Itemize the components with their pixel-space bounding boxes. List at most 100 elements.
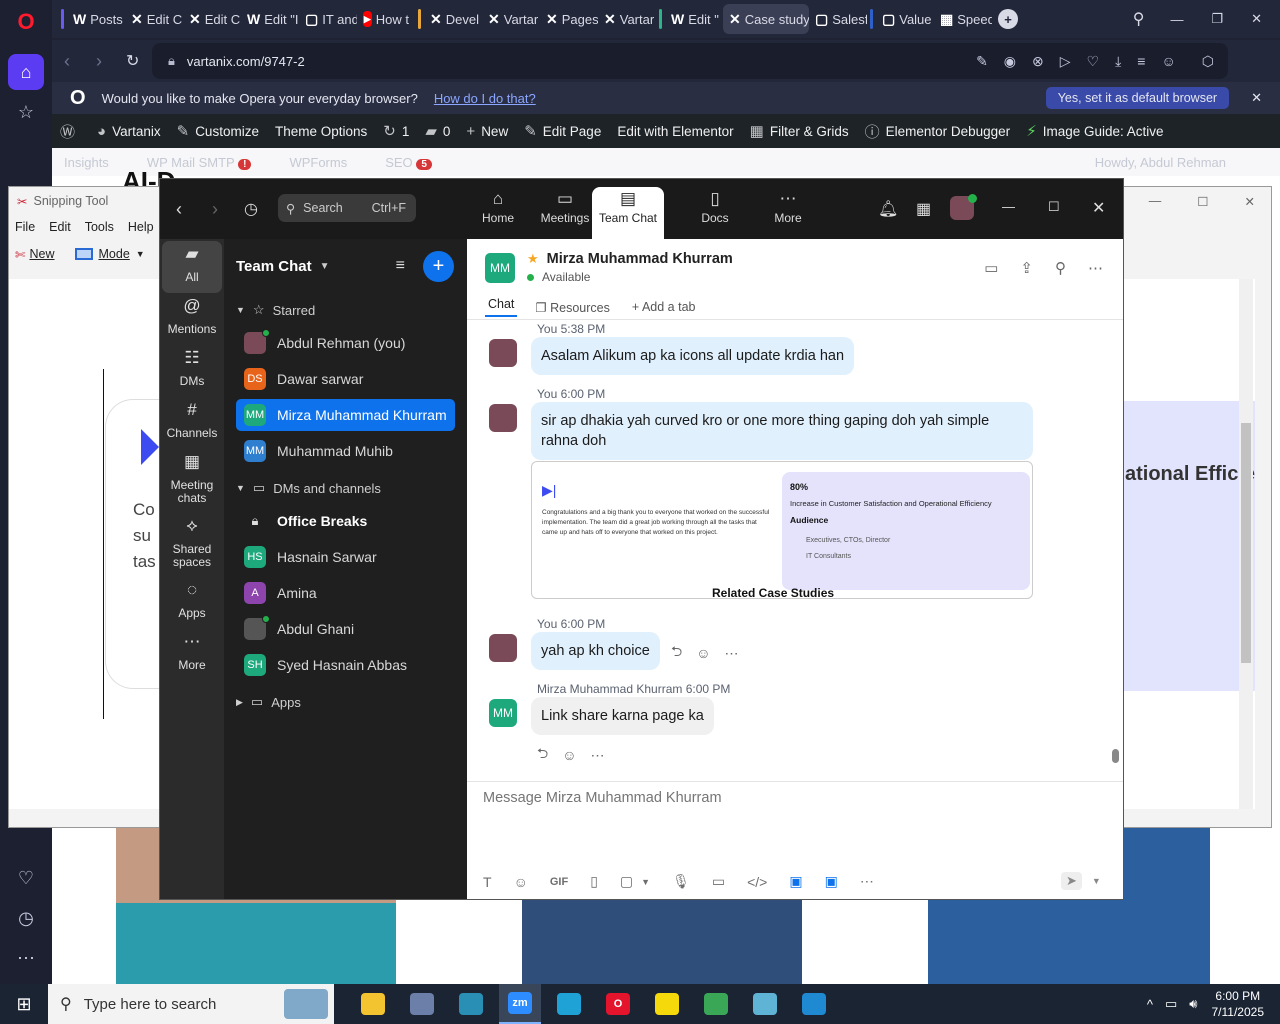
opera-logo-icon[interactable]: O	[8, 4, 44, 40]
starred-section[interactable]: ▼ ☆ Starred	[236, 293, 467, 327]
browser-tab[interactable]: W Edit "	[665, 4, 723, 34]
chrome-icon[interactable]	[695, 984, 737, 1024]
browser-tab[interactable]: ✕ Pages	[540, 4, 598, 34]
rail-more[interactable]: ⋯ More	[162, 629, 222, 681]
video-call-icon[interactable]: ▭	[984, 259, 998, 277]
reload-icon[interactable]: ↻	[126, 51, 139, 71]
wp-admin-item[interactable]: ⚡︎ Image Guide: Active	[1026, 122, 1163, 140]
user-avatar[interactable]	[489, 339, 517, 367]
chevron-down-icon[interactable]: ▼	[320, 261, 330, 272]
chat-list-item[interactable]: 🔒︎ Office Breaks	[236, 505, 455, 537]
gif-icon[interactable]: GIF	[550, 876, 568, 888]
minimize-icon[interactable]: —	[1149, 194, 1162, 208]
contact-avatar[interactable]: MM	[489, 699, 517, 727]
wp-admin-item[interactable]: ◕ Vartanix	[97, 123, 161, 140]
windows-start-icon[interactable]: ⊞	[0, 994, 48, 1015]
browser-tab[interactable]: ✕ Edit C	[125, 4, 183, 34]
image-attachment[interactable]: ▶| Congratulations and a big thank you t…	[531, 461, 1033, 599]
snipping-tool-icon[interactable]	[401, 984, 443, 1024]
share-screen-icon[interactable]: ⇪	[1020, 259, 1033, 277]
tab-chat[interactable]: Chat	[485, 297, 518, 317]
nav-docs[interactable]: ▯ Docs	[679, 189, 751, 225]
reply-icon[interactable]: ⮌	[537, 743, 548, 767]
minimize-icon[interactable]: —	[1002, 199, 1015, 214]
contact-avatar[interactable]: MM	[485, 252, 515, 283]
chevron-down-icon[interactable]: ▼	[641, 877, 650, 887]
scrollbar-thumb[interactable]	[1241, 423, 1251, 663]
message-bubble[interactable]: yah ap kh choice	[531, 632, 660, 670]
edge-icon[interactable]	[548, 984, 590, 1024]
app-blue-icon-2[interactable]: ▣	[825, 873, 838, 890]
chat-list-item[interactable]: MM Muhammad Muhib	[236, 435, 455, 467]
wp-admin-item[interactable]: ▦ Filter & Grids	[750, 122, 849, 140]
emoji-icon[interactable]: ☺	[696, 645, 710, 661]
user-avatar[interactable]	[489, 634, 517, 662]
chevron-up-icon[interactable]: ^	[1147, 997, 1153, 1012]
close-icon[interactable]: ✕	[1251, 11, 1262, 27]
maximize-icon[interactable]: ☐	[1048, 199, 1060, 215]
rail-shared-spaces[interactable]: ⟡ Shared spaces	[162, 513, 222, 577]
browser-tab[interactable]: ✕ Devel	[424, 4, 482, 34]
screenshot-icon[interactable]: ▢	[620, 873, 633, 890]
profile-icon[interactable]: ☺	[1161, 53, 1175, 69]
sticky-notes-icon[interactable]	[646, 984, 688, 1024]
tab-add[interactable]: + Add a tab	[632, 300, 696, 314]
menu-item[interactable]: Tools	[85, 220, 114, 234]
menu-item[interactable]: File	[15, 220, 35, 234]
browser-tab[interactable]: W Edit "I	[241, 4, 299, 34]
notifications-icon[interactable]: 🔔︎	[878, 199, 898, 219]
rail-channels[interactable]: # Channels	[162, 397, 222, 449]
apps-section[interactable]: ▶ ▭ Apps	[236, 685, 467, 719]
forward-icon[interactable]: ›	[96, 51, 102, 72]
notepad-icon[interactable]	[744, 984, 786, 1024]
search-icon[interactable]: ⚲	[1133, 9, 1145, 29]
calendar-icon[interactable]: ▦	[916, 199, 931, 219]
mode-button[interactable]: Mode ▼	[74, 247, 145, 261]
history-icon[interactable]: ◷	[8, 900, 44, 936]
infobar-link[interactable]: How do I do that?	[434, 91, 536, 106]
chat-list-item[interactable]: HS Hasnain Sarwar	[236, 541, 455, 573]
seo-link[interactable]: SEO 5	[385, 155, 432, 170]
format-text-icon[interactable]: T	[483, 874, 492, 890]
nav-more[interactable]: ⋯ More	[752, 189, 824, 225]
chat-list-item[interactable]: A Amina	[236, 577, 455, 609]
dms-section[interactable]: ▼ ▭ DMs and channels	[236, 471, 467, 505]
wp-admin-item[interactable]: Theme Options	[275, 124, 367, 139]
home-icon[interactable]: ⌂	[8, 54, 44, 90]
rail-apps[interactable]: ◌ Apps	[162, 577, 222, 629]
set-default-button[interactable]: Yes, set it as default browser	[1045, 87, 1230, 109]
vscode-icon[interactable]	[793, 984, 835, 1024]
file-icon[interactable]: ▯	[590, 873, 598, 890]
back-icon[interactable]: ‹	[64, 51, 70, 72]
camera-icon[interactable]: ◉	[1004, 53, 1016, 70]
message-bubble[interactable]: sir ap dhakia yah curved kro or one more…	[531, 402, 1033, 460]
insights-link[interactable]: Insights	[64, 155, 109, 170]
browser-tab[interactable]: ✕ Edit C	[183, 4, 241, 34]
send-icon[interactable]: ▷	[1060, 53, 1071, 70]
video-message-icon[interactable]: ▭	[712, 873, 725, 890]
volume-icon[interactable]: 🔊︎	[1189, 996, 1197, 1012]
url-field[interactable]: 🔒︎ vartanix.com/9747-2 ✎ ◉ ⊗ ▷ ♡ ⤓ ≡ ☺ ⬡	[152, 43, 1228, 79]
browser-tab[interactable]: W Posts	[67, 4, 125, 34]
more-icon[interactable]: ⋯	[591, 747, 605, 764]
browser-tab[interactable]: ✕ Vartar	[598, 4, 656, 34]
rail-mentions[interactable]: @ Mentions	[162, 293, 222, 345]
rail-all[interactable]: ▰ All	[162, 241, 222, 293]
code-icon[interactable]: </>	[747, 874, 767, 890]
chat-list-item[interactable]: DS Dawar sarwar	[236, 363, 455, 395]
nav-team-chat[interactable]: ▤ Team Chat	[592, 187, 664, 239]
taskbar-search[interactable]: ⚲ Type here to search	[48, 984, 334, 1024]
minimize-icon[interactable]: —	[1170, 12, 1183, 27]
back-icon[interactable]: ‹	[176, 199, 182, 220]
browser-tab[interactable]: ✕ Case study	[723, 4, 809, 34]
browser-tab[interactable]: ▦ Speed	[934, 4, 992, 34]
nav-home[interactable]: ⌂ Home	[462, 189, 534, 225]
chat-list-item[interactable]: Abdul Rehman (you)	[236, 327, 455, 359]
wp-admin-item[interactable]: ✎ Edit Page	[524, 122, 601, 140]
close-icon[interactable]: ✕	[1092, 198, 1105, 218]
rail-dms[interactable]: ☷ DMs	[162, 345, 222, 397]
microphone-icon[interactable]: 🎙︎	[672, 873, 690, 890]
emoji-icon[interactable]: ☺	[514, 874, 528, 890]
browser-tab[interactable]: ▢ Value	[876, 4, 934, 34]
user-avatar[interactable]	[489, 404, 517, 432]
